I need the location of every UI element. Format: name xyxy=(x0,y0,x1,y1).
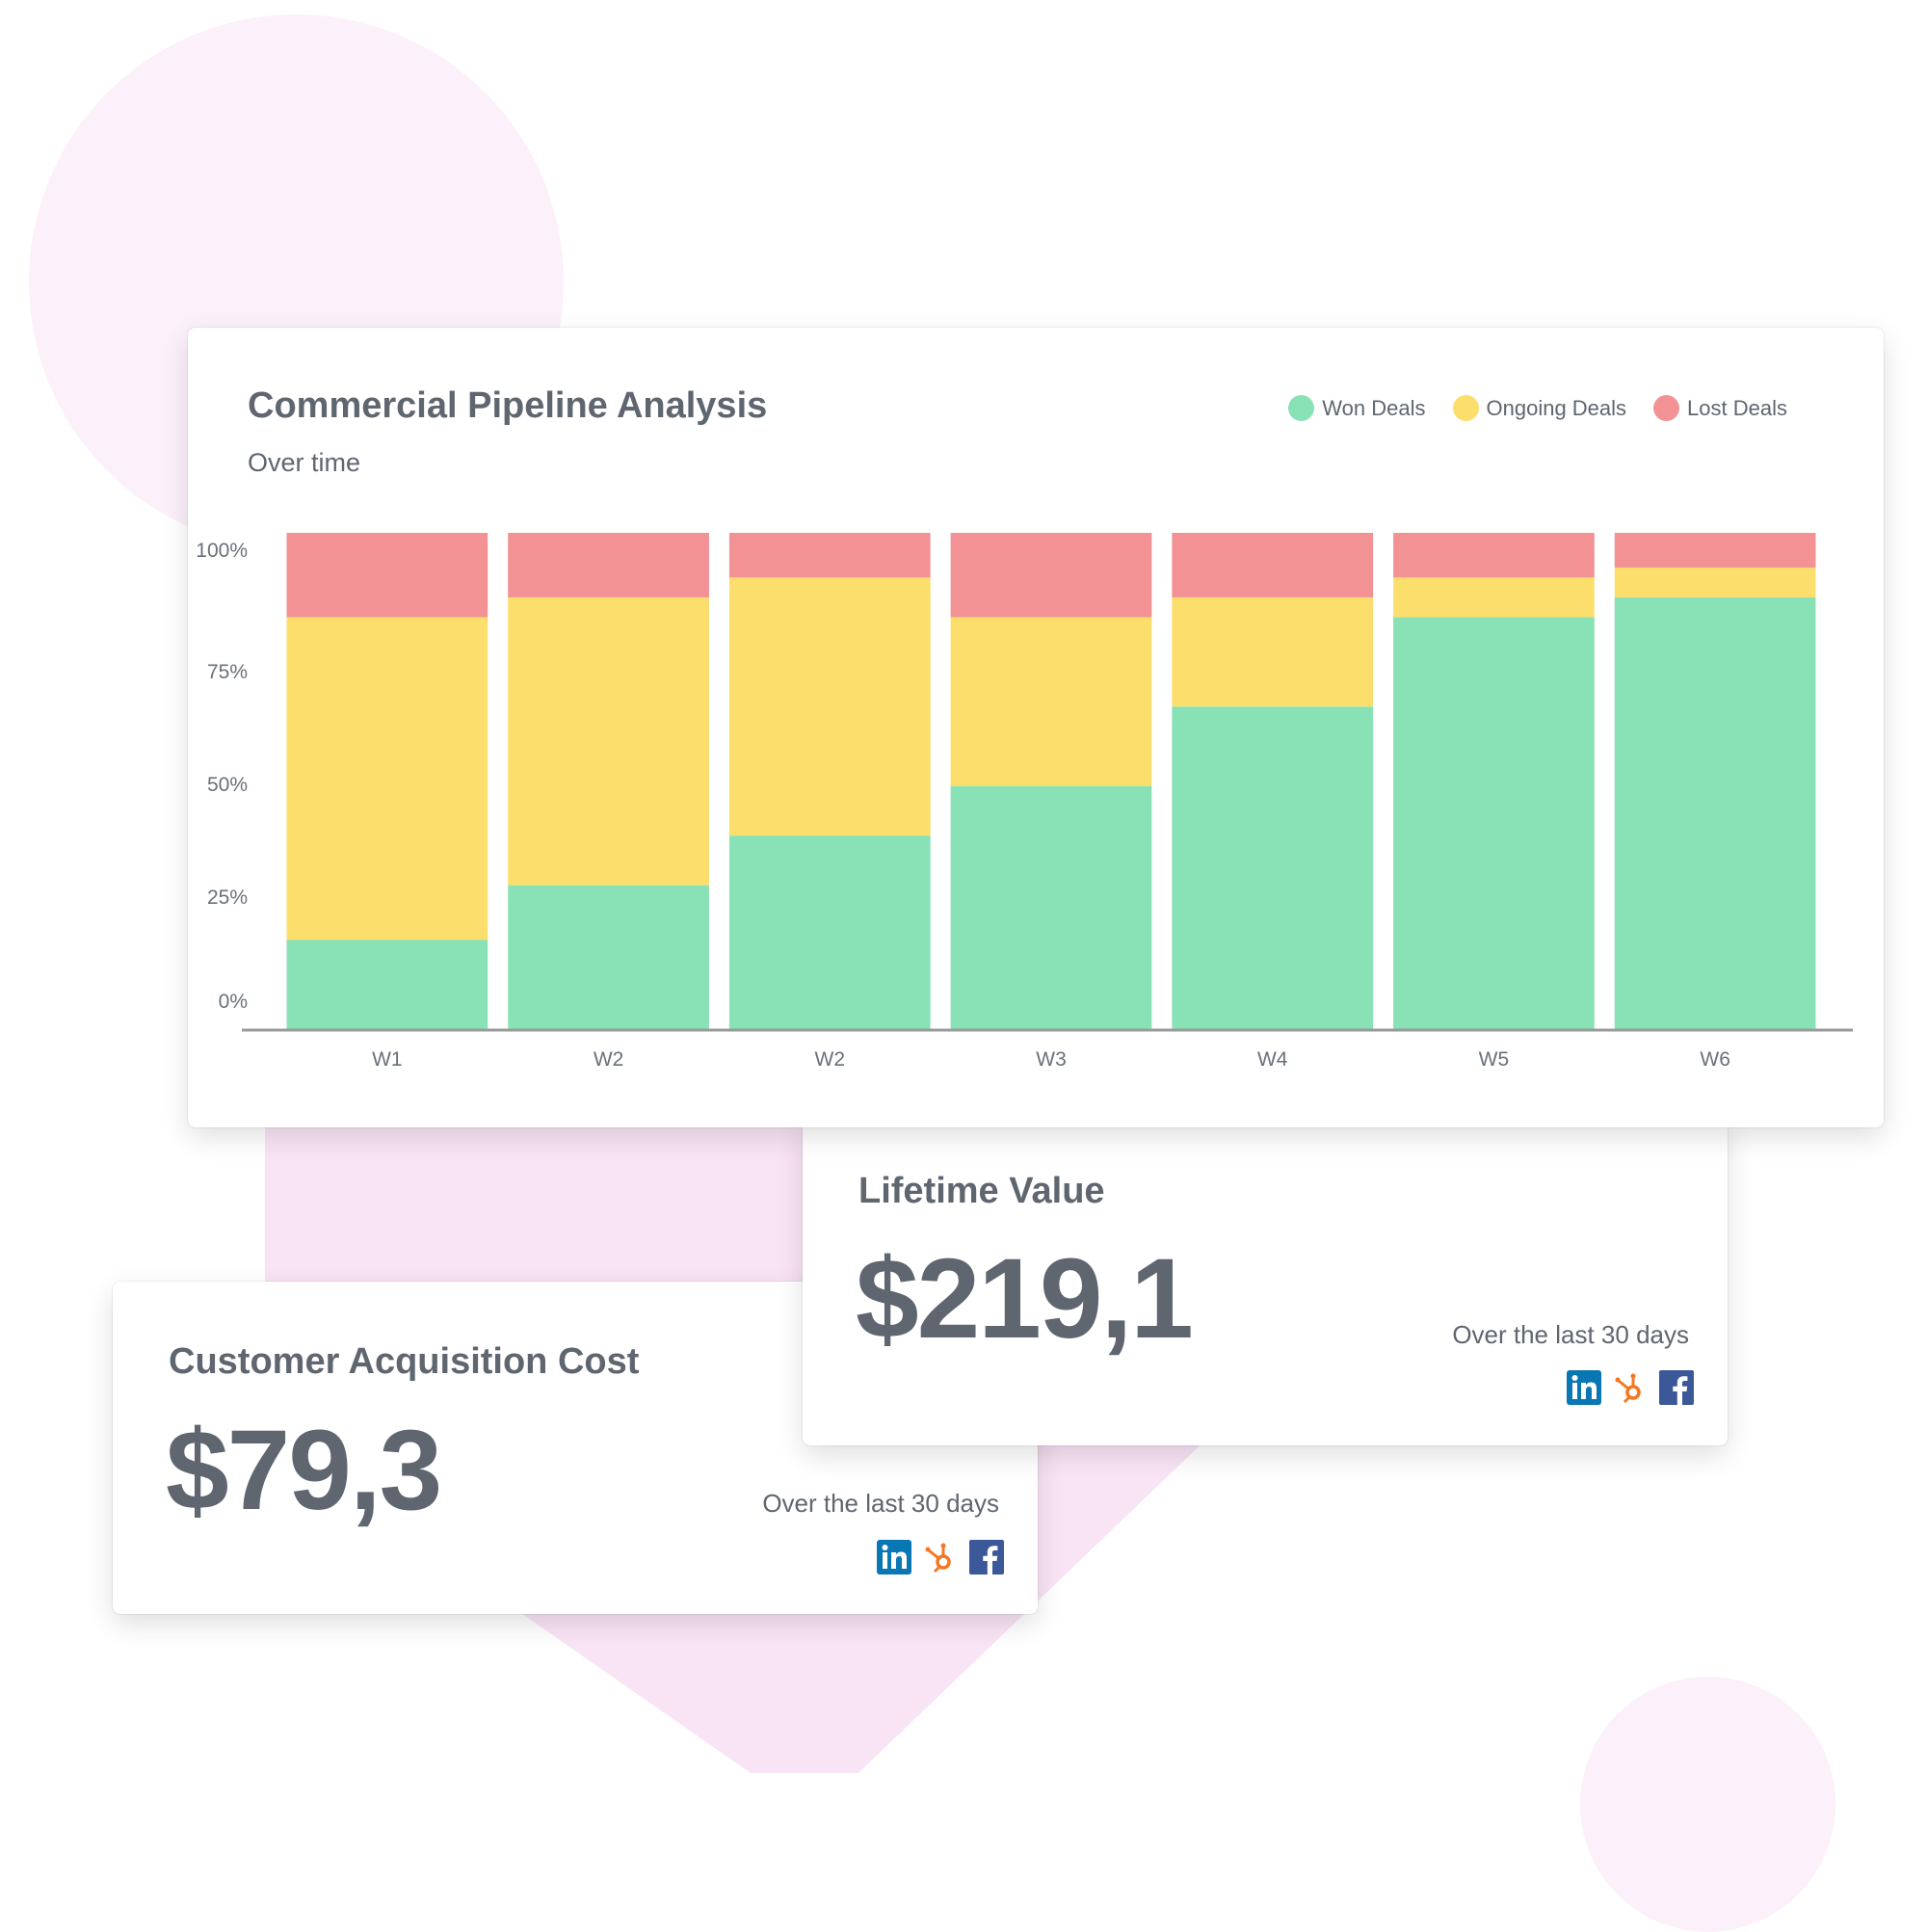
bar-segment-ongoing[interactable] xyxy=(508,596,709,886)
y-tick-label: 100% xyxy=(196,540,248,562)
y-tick-label: 50% xyxy=(207,774,248,796)
bar-segment-won[interactable] xyxy=(1172,706,1374,1029)
bar-segment-won[interactable] xyxy=(1614,596,1816,1029)
bar-segment-lost[interactable] xyxy=(1172,533,1374,597)
bar-segment-won[interactable] xyxy=(508,885,709,1029)
y-tick-label: 0% xyxy=(219,991,248,1013)
bar-segment-ongoing[interactable] xyxy=(950,617,1152,786)
x-tick-label: W1 xyxy=(372,1048,403,1071)
pipeline-chart-card: Commercial Pipeline Analysis Over time W… xyxy=(188,328,1884,1127)
facebook-icon[interactable] xyxy=(969,1540,1004,1575)
x-tick-label: W4 xyxy=(1257,1048,1288,1071)
bar-segment-won[interactable] xyxy=(728,835,931,1029)
x-tick-label: W2 xyxy=(594,1048,624,1071)
linkedin-icon[interactable] xyxy=(1567,1370,1601,1405)
x-tick-label: W6 xyxy=(1700,1048,1730,1071)
bar-segment-lost[interactable] xyxy=(950,533,1152,618)
y-tick-label: 25% xyxy=(207,887,248,909)
cac-value: $79,3 xyxy=(166,1407,442,1534)
bar-segment-ongoing[interactable] xyxy=(1614,568,1816,597)
x-tick-label: W3 xyxy=(1036,1048,1067,1071)
cac-title: Customer Acquisition Cost xyxy=(169,1341,640,1382)
ltv-value: $219,1 xyxy=(856,1235,1194,1363)
facebook-icon[interactable] xyxy=(1659,1370,1694,1405)
bar-segment-won[interactable] xyxy=(286,940,488,1029)
cac-period: Over the last 30 days xyxy=(762,1489,999,1518)
bar-segment-ongoing[interactable] xyxy=(286,617,488,940)
x-tick-label: W2 xyxy=(815,1048,846,1071)
bar-segment-won[interactable] xyxy=(1393,617,1595,1029)
x-tick-label: W5 xyxy=(1479,1048,1510,1071)
bar-segment-lost[interactable] xyxy=(1614,533,1816,569)
bar-segment-ongoing[interactable] xyxy=(1393,577,1595,618)
bar-segment-won[interactable] xyxy=(950,785,1152,1029)
linkedin-icon[interactable] xyxy=(877,1540,911,1575)
bar-segment-lost[interactable] xyxy=(286,533,488,618)
bar-segment-ongoing[interactable] xyxy=(1172,596,1374,707)
lifetime-value-card: Lifetime Value $219,1 Over the last 30 d… xyxy=(803,1118,1728,1445)
ltv-sources xyxy=(1567,1370,1694,1405)
ltv-title: Lifetime Value xyxy=(858,1171,1105,1211)
hubspot-icon[interactable] xyxy=(923,1540,958,1575)
cac-sources xyxy=(877,1540,1004,1575)
y-tick-label: 75% xyxy=(207,661,248,683)
ltv-period: Over the last 30 days xyxy=(1452,1320,1689,1349)
bar-segment-ongoing[interactable] xyxy=(728,577,931,836)
stacked-bar-chart: 0% 25% 50% 75% 100% W1 W2 W2 W3 W4 W5 W6 xyxy=(196,533,1853,1071)
bar-segment-lost[interactable] xyxy=(728,533,931,578)
bar-segment-lost[interactable] xyxy=(508,533,709,597)
bar-segment-lost[interactable] xyxy=(1393,533,1595,578)
hubspot-icon[interactable] xyxy=(1613,1370,1648,1405)
background-circle-bottom xyxy=(1580,1677,1835,1932)
